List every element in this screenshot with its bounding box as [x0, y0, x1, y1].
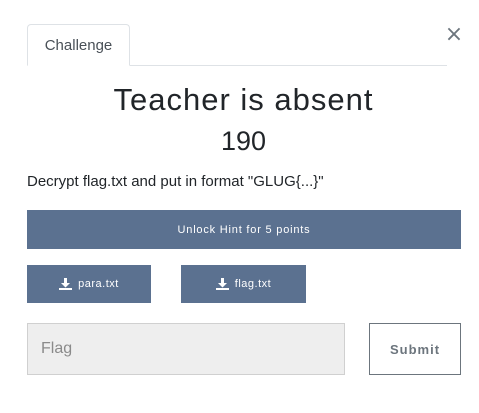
submit-label: Submit — [389, 341, 441, 357]
download-icon — [215, 278, 229, 290]
challenge-value: 190 — [220, 126, 267, 156]
tab-challenge-label: Challenge — [44, 36, 113, 54]
file-download-button-para[interactable]: para.txt — [27, 265, 151, 303]
close-icon[interactable]: × — [444, 24, 464, 46]
tab-challenge[interactable]: Challenge — [27, 24, 130, 66]
unlock-hint-button[interactable]: Unlock Hint for 5 points — [27, 210, 461, 249]
submit-button[interactable]: Submit — [369, 323, 461, 375]
unlock-hint-label: Unlock Hint for 5 points — [177, 223, 311, 236]
file-name: flag.txt — [234, 278, 272, 290]
file-download-button-flag[interactable]: flag.txt — [181, 265, 306, 303]
challenge-title: Teacher is absent — [113, 82, 374, 117]
challenge-modal: Challenge × Teacher is absent 190 Decryp… — [0, 0, 479, 413]
challenge-description: Decrypt flag.txt and put in format "GLUG… — [27, 173, 324, 190]
file-name: para.txt — [78, 278, 119, 290]
download-icon — [59, 278, 73, 290]
flag-input[interactable] — [27, 323, 345, 375]
tab-bar: Challenge — [27, 24, 447, 66]
